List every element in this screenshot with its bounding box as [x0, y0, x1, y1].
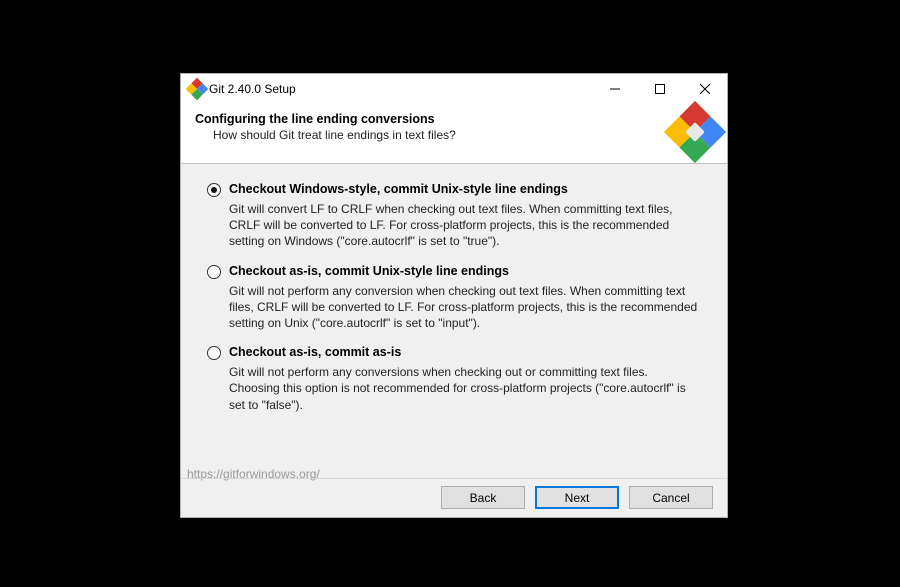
option-checkout-asis-commit-unix: Checkout as-is, commit Unix-style line e…: [207, 264, 701, 332]
radio-checkout-windows[interactable]: [207, 183, 221, 197]
wizard-body: Checkout Windows-style, commit Unix-styl…: [181, 164, 727, 517]
option-label[interactable]: Checkout as-is, commit Unix-style line e…: [229, 264, 509, 278]
next-button[interactable]: Next: [535, 486, 619, 509]
option-label[interactable]: Checkout as-is, commit as-is: [229, 345, 401, 359]
window-title: Git 2.40.0 Setup: [205, 82, 592, 96]
maximize-icon: [655, 84, 665, 94]
radio-checkout-asis-commit-unix[interactable]: [207, 265, 221, 279]
wizard-header: Configuring the line ending conversions …: [181, 104, 727, 164]
titlebar: Git 2.40.0 Setup: [181, 74, 727, 104]
minimize-button[interactable]: [592, 74, 637, 104]
window-controls: [592, 74, 727, 104]
footer-separator: [181, 478, 727, 479]
radio-checkout-asis-commit-asis[interactable]: [207, 346, 221, 360]
minimize-icon: [610, 84, 620, 94]
option-checkout-asis-commit-asis: Checkout as-is, commit as-is Git will no…: [207, 345, 701, 413]
option-checkout-windows: Checkout Windows-style, commit Unix-styl…: [207, 182, 701, 250]
close-button[interactable]: [682, 74, 727, 104]
wizard-buttons: Back Next Cancel: [441, 486, 713, 509]
option-desc: Git will convert LF to CRLF when checkin…: [229, 201, 699, 250]
maximize-button[interactable]: [637, 74, 682, 104]
option-desc: Git will not perform any conversion when…: [229, 283, 699, 332]
git-logo: [673, 110, 717, 154]
page-subheading: How should Git treat line endings in tex…: [213, 128, 713, 142]
option-label[interactable]: Checkout Windows-style, commit Unix-styl…: [229, 182, 568, 196]
close-icon: [700, 84, 710, 94]
page-heading: Configuring the line ending conversions: [195, 112, 713, 126]
back-button[interactable]: Back: [441, 486, 525, 509]
setup-window: Git 2.40.0 Setup Configuring the line en…: [180, 73, 728, 518]
option-desc: Git will not perform any conversions whe…: [229, 364, 699, 413]
cancel-button[interactable]: Cancel: [629, 486, 713, 509]
